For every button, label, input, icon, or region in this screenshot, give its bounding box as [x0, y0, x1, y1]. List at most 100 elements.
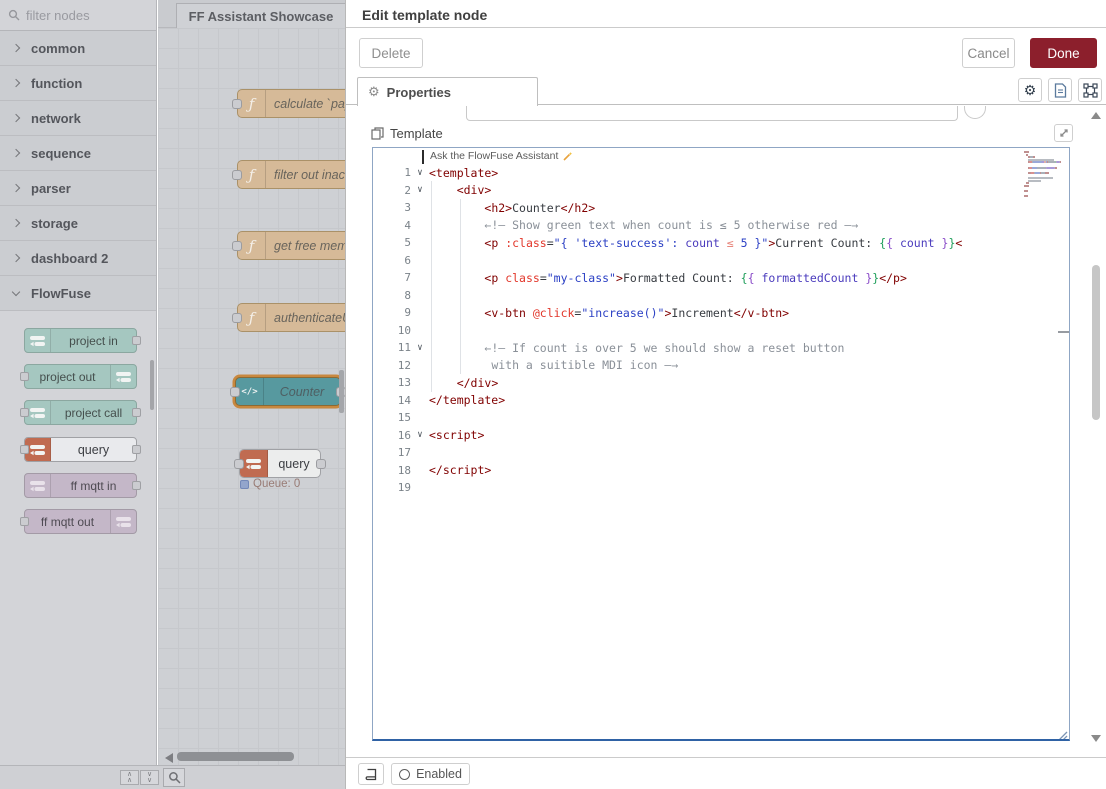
node-port-right[interactable] [316, 459, 326, 469]
magnifier-icon [168, 771, 181, 784]
form-scrollbar[interactable] [1092, 265, 1100, 420]
palette-category-network[interactable]: network [0, 101, 157, 136]
flow-node-label: filter out inacti [266, 168, 345, 182]
node-description-button[interactable] [1048, 78, 1072, 102]
node-port-right[interactable] [132, 445, 141, 454]
done-button[interactable]: Done [1030, 38, 1097, 68]
form-scroll-up-arrow[interactable] [1091, 112, 1101, 119]
flow-canvas[interactable]: ƒcalculate `payƒfilter out inactiƒget fr… [158, 28, 345, 765]
line-number: 19 [373, 481, 411, 494]
node-port-left[interactable] [20, 372, 29, 381]
palette-category-FlowFuse[interactable]: FlowFuse [0, 276, 157, 311]
flowfuse-icon [29, 444, 46, 456]
flowfuse-icon-wrap [110, 510, 136, 533]
editor-minimap[interactable] [1024, 151, 1062, 200]
palette-node-ff-mqtt-out[interactable]: ff mqtt out [24, 509, 137, 534]
canvas-hscroll-arrow[interactable] [165, 753, 173, 763]
node-port-left[interactable] [20, 517, 29, 526]
dialog-tabrow: ⚙ Properties ⚙ [346, 77, 1106, 105]
code-text: <div> [429, 183, 491, 197]
function-icon: ƒ [238, 304, 266, 331]
code-line: 8 [373, 287, 1069, 305]
chevron-right-icon [12, 114, 20, 122]
flow-node-label: authenticateU [266, 311, 345, 325]
node-port-left[interactable] [20, 445, 29, 454]
palette-category-dashboard-2[interactable]: dashboard 2 [0, 241, 157, 276]
palette-collapse-up-button[interactable]: ∧∧ [120, 770, 139, 785]
palette-scrollbar[interactable] [150, 360, 154, 410]
code-text: <template> [429, 166, 498, 180]
node-appearance-button[interactable] [1078, 78, 1102, 102]
palette-category-label: common [31, 41, 85, 56]
line-number: 5 [373, 236, 411, 249]
canvas-zoom-button[interactable] [163, 768, 185, 787]
palette-node-project-in[interactable]: project in [24, 328, 137, 353]
cancel-button[interactable]: Cancel [962, 38, 1015, 68]
palette-node-query[interactable]: query [24, 437, 137, 462]
editor-resize-grip[interactable] [1056, 728, 1068, 741]
docs-button[interactable] [358, 763, 384, 785]
form-scroll-down-arrow[interactable] [1091, 735, 1101, 742]
code-line: 12 with a suitible MDI icon —→ [373, 357, 1069, 375]
palette-node-ff-mqtt-in[interactable]: ff mqtt in [24, 473, 137, 498]
function-icon: ƒ [238, 161, 266, 188]
enabled-label: Enabled [416, 767, 462, 781]
code-text: <p class="my-class">Formatted Count: {{ … [429, 271, 907, 285]
palette-category-sequence[interactable]: sequence [0, 136, 157, 171]
node-port-right[interactable] [132, 336, 141, 345]
template-code-editor[interactable]: Ask the FlowFuse Assistant 1∨<template>2… [372, 147, 1070, 741]
node-port-left[interactable] [232, 170, 242, 180]
line-number: 11 [373, 341, 411, 354]
flow-tab-label: FF Assistant Showcase [189, 9, 334, 24]
node-settings-button[interactable]: ⚙ [1018, 78, 1042, 102]
node-port-left[interactable] [232, 313, 242, 323]
palette-category-common[interactable]: common [0, 31, 157, 66]
code-icon: </> [236, 378, 264, 405]
node-port-right[interactable] [132, 408, 141, 417]
code-line: 11∨ ←!— If count is over 5 we should sho… [373, 339, 1069, 357]
tab-properties[interactable]: ⚙ Properties [357, 77, 538, 106]
palette-node-project-out[interactable]: project out [24, 364, 137, 389]
node-port-left[interactable] [234, 459, 244, 469]
flow-node-query[interactable]: query [239, 449, 321, 478]
chevron-right-icon [12, 149, 20, 157]
palette-search-input[interactable]: filter nodes [0, 0, 157, 31]
flow-node-authenticateU[interactable]: ƒauthenticateU [237, 303, 345, 332]
palette-category-label: parser [31, 181, 71, 196]
palette-category-function[interactable]: function [0, 66, 157, 101]
node-port-left[interactable] [232, 241, 242, 251]
name-field-cutoff[interactable] [466, 106, 958, 121]
fold-arrow[interactable]: ∨ [411, 430, 429, 440]
node-port-left[interactable] [230, 387, 240, 397]
line-number: 2 [373, 184, 411, 197]
flow-tab[interactable]: FF Assistant Showcase [176, 3, 345, 28]
node-port-left[interactable] [232, 99, 242, 109]
assistant-codelens[interactable]: Ask the FlowFuse Assistant [430, 150, 573, 162]
canvas-hscrollbar[interactable] [177, 752, 294, 761]
node-port-right[interactable] [132, 481, 141, 490]
editor-expand-button[interactable] [1054, 124, 1073, 142]
enabled-toggle-button[interactable]: Enabled [391, 763, 470, 785]
palette-category-label: sequence [31, 146, 91, 161]
canvas-vscrollbar[interactable] [339, 370, 344, 413]
palette-node-project-call[interactable]: project call [24, 400, 137, 425]
properties-tab-label: Properties [387, 85, 451, 100]
status-dot [240, 480, 249, 489]
delete-button[interactable]: Delete [359, 38, 423, 68]
flow-node-get-free-memo[interactable]: ƒget free memo [237, 231, 345, 260]
palette-node-label: project in [51, 334, 136, 348]
workspace-tabbar: FF Assistant Showcase [158, 0, 345, 28]
palette-category-parser[interactable]: parser [0, 171, 157, 206]
palette-category-storage[interactable]: storage [0, 206, 157, 241]
fold-arrow[interactable]: ∨ [411, 168, 429, 178]
node-port-left[interactable] [20, 408, 29, 417]
flow-node-Counter[interactable]: </>Counter [235, 377, 341, 406]
fold-arrow[interactable]: ∨ [411, 185, 429, 195]
palette-category-label: dashboard 2 [31, 251, 108, 266]
fold-arrow[interactable]: ∨ [411, 343, 429, 353]
minimap-row [1024, 167, 1062, 169]
flow-node-calculate-pay[interactable]: ƒcalculate `pay [237, 89, 345, 118]
palette-collapse-down-button[interactable]: ∨∨ [140, 770, 159, 785]
flow-node-filter-out-inacti[interactable]: ƒfilter out inacti [237, 160, 345, 189]
code-line: 7 <p class="my-class">Formatted Count: {… [373, 269, 1069, 287]
